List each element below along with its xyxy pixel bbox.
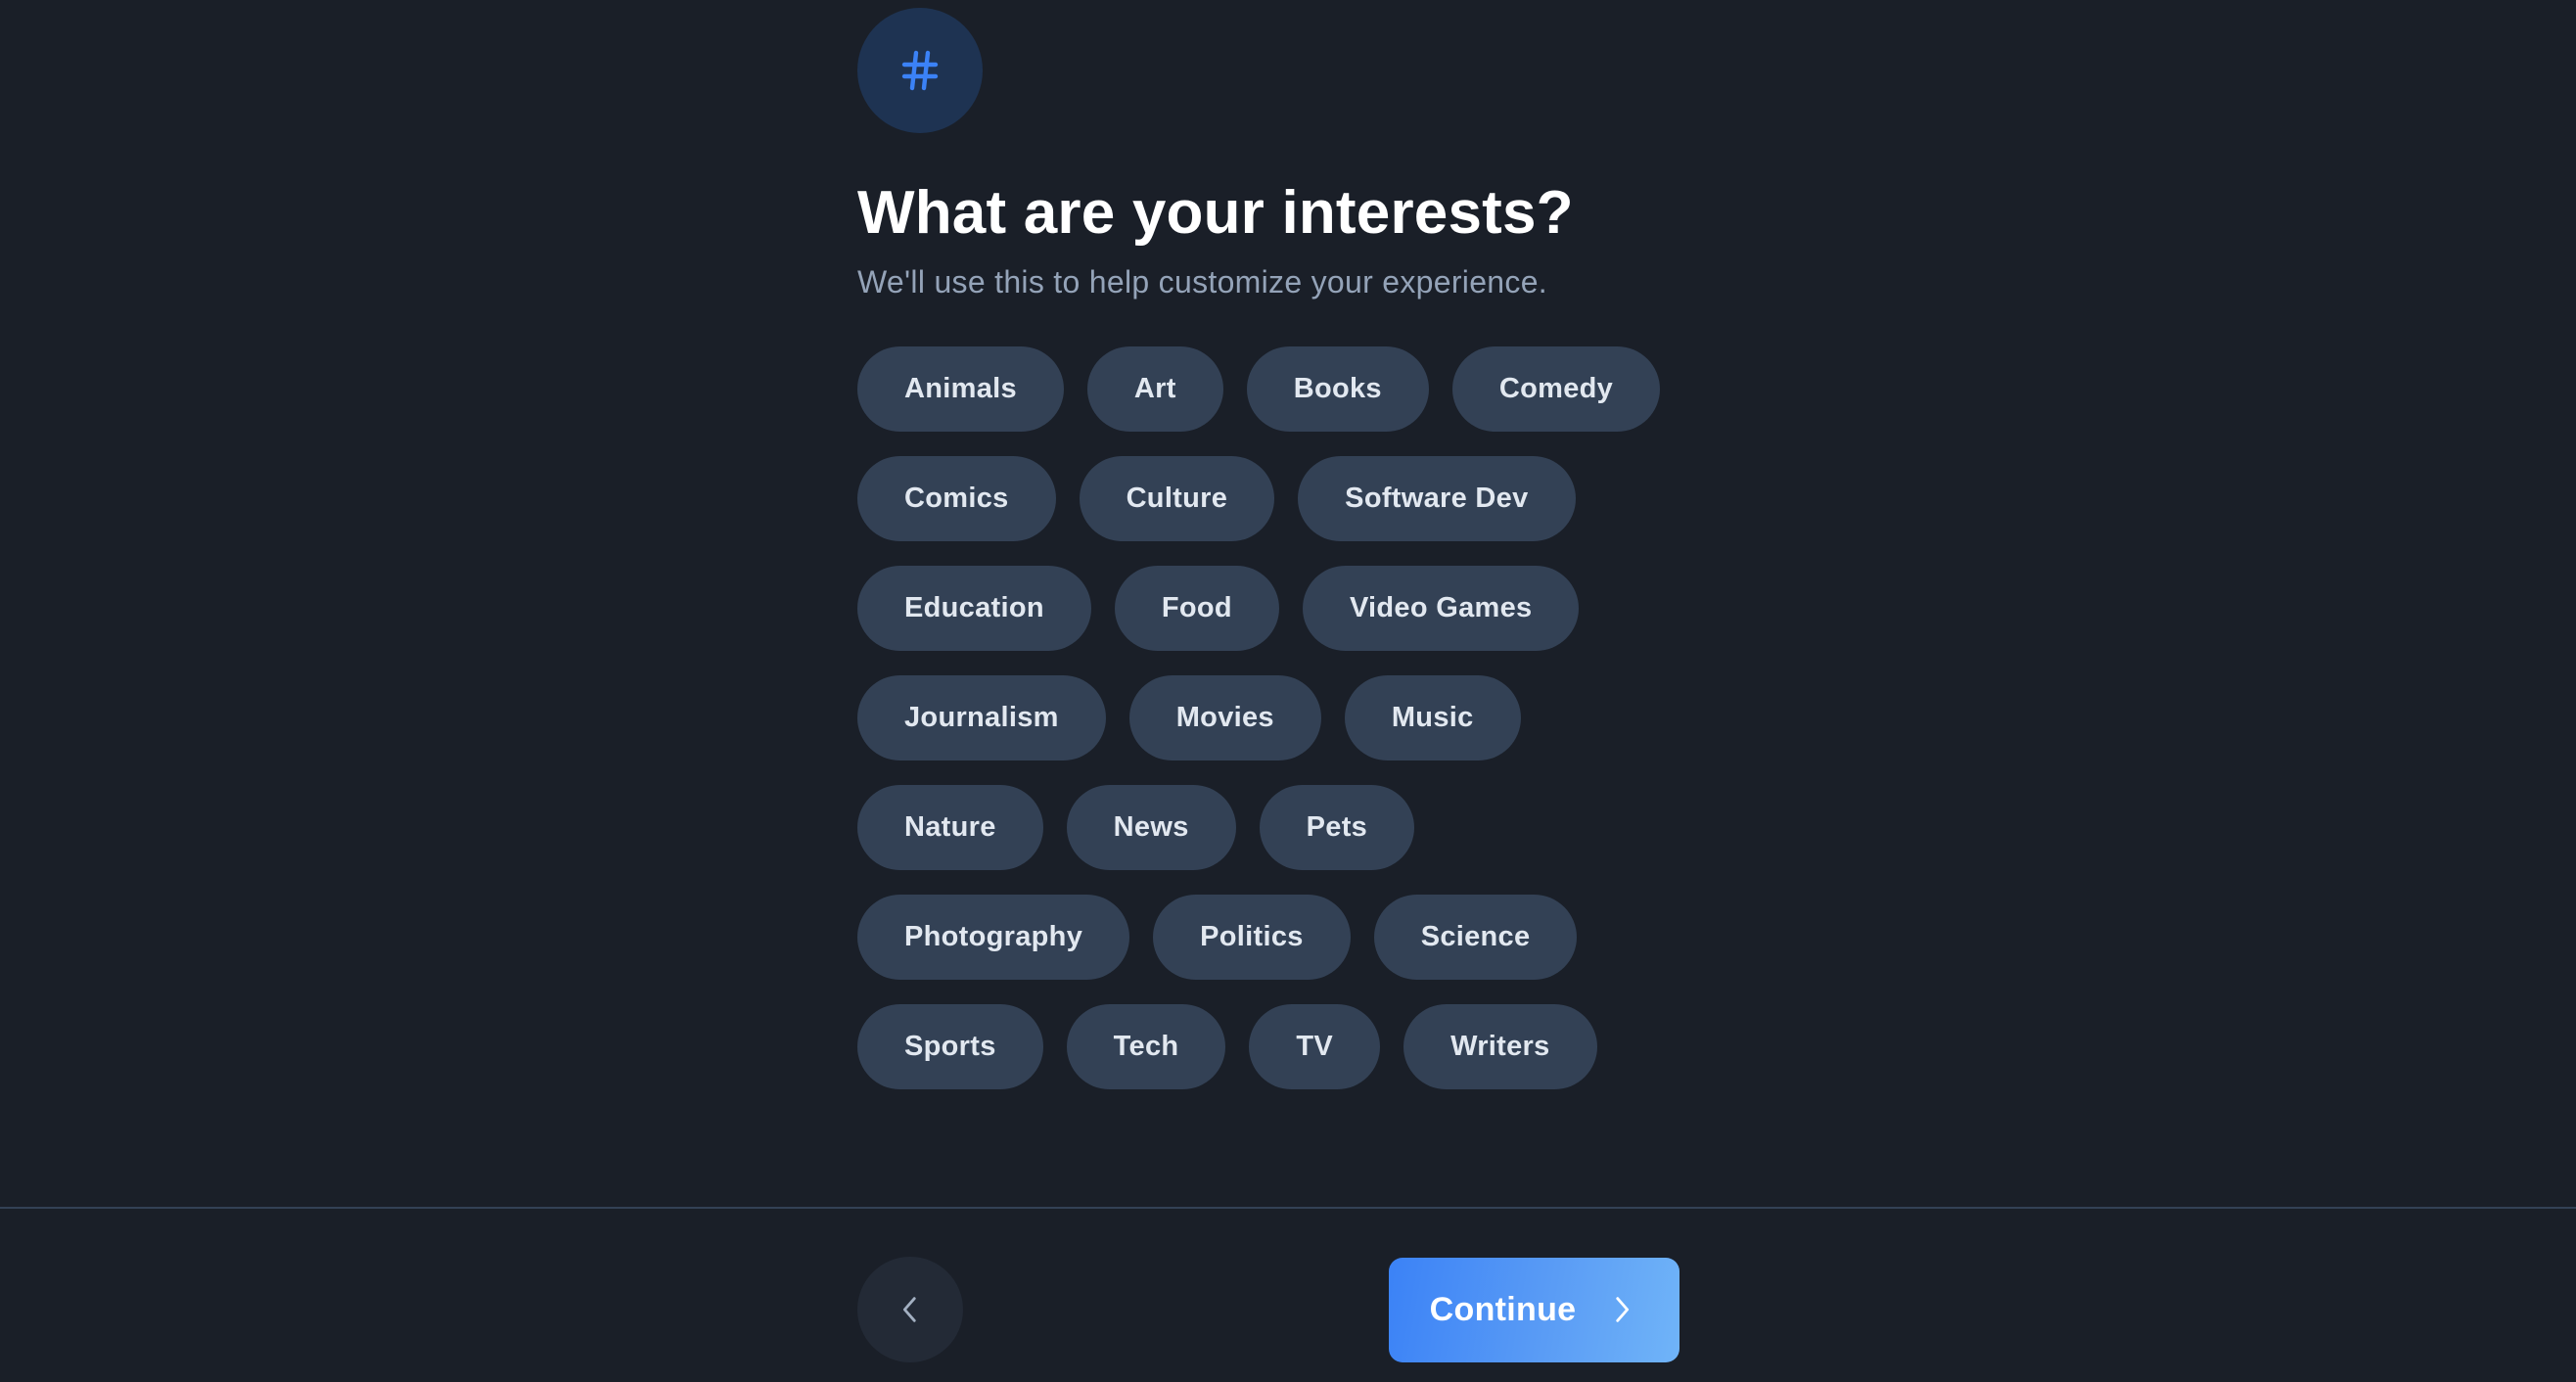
interest-chip-movies[interactable]: Movies <box>1128 675 1321 760</box>
interest-chip-row: Comics Culture Software Dev <box>857 456 1679 541</box>
interest-chip-row: Journalism Movies Music <box>857 675 1679 760</box>
interest-chip-list: Animals Art Books Comedy Comics Culture Softwa… <box>857 346 1679 1089</box>
page-subtitle: We'll use this to help customize your ex… <box>857 264 1547 299</box>
continue-button[interactable]: Continue <box>1389 1257 1679 1362</box>
interest-chip-music[interactable]: Music <box>1344 675 1521 760</box>
interest-chip-culture[interactable]: Culture <box>1079 456 1275 541</box>
interest-chip-comics[interactable]: Comics <box>857 456 1056 541</box>
footer-nav: Continue <box>857 1257 1679 1362</box>
interest-chip-row: Animals Art Books Comedy <box>857 346 1679 432</box>
hash-icon <box>901 50 939 91</box>
interest-chip-pets[interactable]: Pets <box>1259 785 1415 870</box>
interests-onboarding-page: What are your interests? We'll use this … <box>0 0 2576 1382</box>
interest-chip-sports[interactable]: Sports <box>857 1004 1043 1089</box>
chevron-left-icon <box>902 1297 916 1322</box>
footer-divider <box>0 1207 2576 1209</box>
continue-label: Continue <box>1429 1290 1577 1328</box>
interest-chip-politics[interactable]: Politics <box>1153 895 1351 980</box>
interests-content: What are your interests? We'll use this … <box>857 8 1679 1089</box>
interest-chip-art[interactable]: Art <box>1086 346 1223 432</box>
interest-chip-food[interactable]: Food <box>1114 566 1279 651</box>
interest-chip-software-dev[interactable]: Software Dev <box>1298 456 1576 541</box>
header-icon-badge <box>857 8 983 133</box>
interest-chip-journalism[interactable]: Journalism <box>857 675 1106 760</box>
interest-chip-tv[interactable]: TV <box>1249 1004 1381 1089</box>
chevron-right-icon <box>1616 1297 1630 1322</box>
interest-chip-photography[interactable]: Photography <box>857 895 1130 980</box>
interest-chip-row: Education Food Video Games <box>857 566 1679 651</box>
interest-chip-video-games[interactable]: Video Games <box>1302 566 1580 651</box>
interest-chip-books[interactable]: Books <box>1246 346 1429 432</box>
interest-chip-nature[interactable]: Nature <box>857 785 1043 870</box>
interest-chip-animals[interactable]: Animals <box>857 346 1064 432</box>
interest-chip-education[interactable]: Education <box>857 566 1091 651</box>
interest-chip-row: Photography Politics Science <box>857 895 1679 980</box>
interest-chip-tech[interactable]: Tech <box>1066 1004 1226 1089</box>
interest-chip-writers[interactable]: Writers <box>1403 1004 1597 1089</box>
page-title: What are your interests? <box>857 179 1574 247</box>
back-button[interactable] <box>857 1257 963 1362</box>
interest-chip-science[interactable]: Science <box>1373 895 1578 980</box>
interest-chip-news[interactable]: News <box>1066 785 1236 870</box>
interest-chip-row: Sports Tech TV Writers <box>857 1004 1679 1089</box>
interest-chip-comedy[interactable]: Comedy <box>1451 346 1661 432</box>
interest-chip-row: Nature News Pets <box>857 785 1679 870</box>
